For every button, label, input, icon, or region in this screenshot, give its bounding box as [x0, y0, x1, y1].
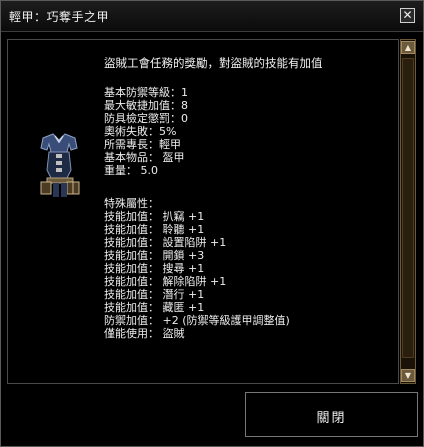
stat-line: 奧術失敗：5% — [104, 125, 177, 138]
stat-line: 基本防禦等級：1 — [104, 86, 188, 99]
special-line: 技能加值： 解除陷阱 +1 — [104, 275, 227, 288]
scroll-down-icon[interactable]: ▼ — [401, 369, 415, 382]
stat-line: 防具檢定懲罰：0 — [104, 112, 188, 125]
stat-line: 基本物品： 盔甲 — [104, 151, 185, 164]
special-line: 技能加值： 搜尋 +1 — [104, 262, 205, 275]
item-info-window: 輕甲：巧奪手之甲 ✕ 盜賊工會任務的獎勵，對盜賊的技能有加值 基本防禦等級：1 … — [0, 0, 424, 447]
special-line: 技能加值： 藏匿 +1 — [104, 301, 205, 314]
close-button[interactable]: 關閉 — [245, 392, 418, 437]
close-icon[interactable]: ✕ — [400, 8, 415, 23]
window-title: 輕甲：巧奪手之甲 — [9, 10, 110, 24]
stat-line: 所需專長：輕甲 — [104, 138, 181, 151]
stat-line: 最大敏捷加值：8 — [104, 99, 188, 112]
special-line: 僅能使用： 盜賊 — [104, 327, 185, 340]
special-line: 技能加值： 聆聽 +1 — [104, 223, 205, 236]
special-line: 技能加值： 扒竊 +1 — [104, 210, 205, 223]
special-line: 技能加值： 設置陷阱 +1 — [104, 236, 227, 249]
leather-armor-icon — [29, 130, 91, 204]
item-description: 盜賊工會任務的獎勵，對盜賊的技能有加值 — [104, 56, 323, 70]
title-bar[interactable]: 輕甲：巧奪手之甲 ✕ — [1, 1, 423, 32]
scrollbar-track[interactable] — [402, 58, 414, 358]
item-stats: 基本防禦等級：1 最大敏捷加值：8 防具檢定懲罰：0 奧術失敗：5% 所需專長：… — [104, 86, 188, 177]
special-line: 技能加值： 開鎖 +3 — [104, 249, 205, 262]
special-properties: 特殊屬性： 技能加值： 扒竊 +1 技能加值： 聆聽 +1 技能加值： 設置陷阱… — [104, 197, 290, 340]
vertical-scrollbar[interactable]: ▲ ▼ — [400, 39, 416, 384]
scroll-up-icon[interactable]: ▲ — [401, 41, 415, 54]
special-line: 技能加值： 潛行 +1 — [104, 288, 205, 301]
stat-line: 重量： 5.0 — [104, 164, 158, 177]
item-details-panel: 盜賊工會任務的獎勵，對盜賊的技能有加值 基本防禦等級：1 最大敏捷加值：8 防具… — [7, 39, 399, 384]
special-header: 特殊屬性： — [104, 197, 159, 210]
special-line: 防禦加值： +2 (防禦等級護甲調整值) — [104, 314, 290, 327]
close-button-label: 關閉 — [316, 411, 347, 426]
